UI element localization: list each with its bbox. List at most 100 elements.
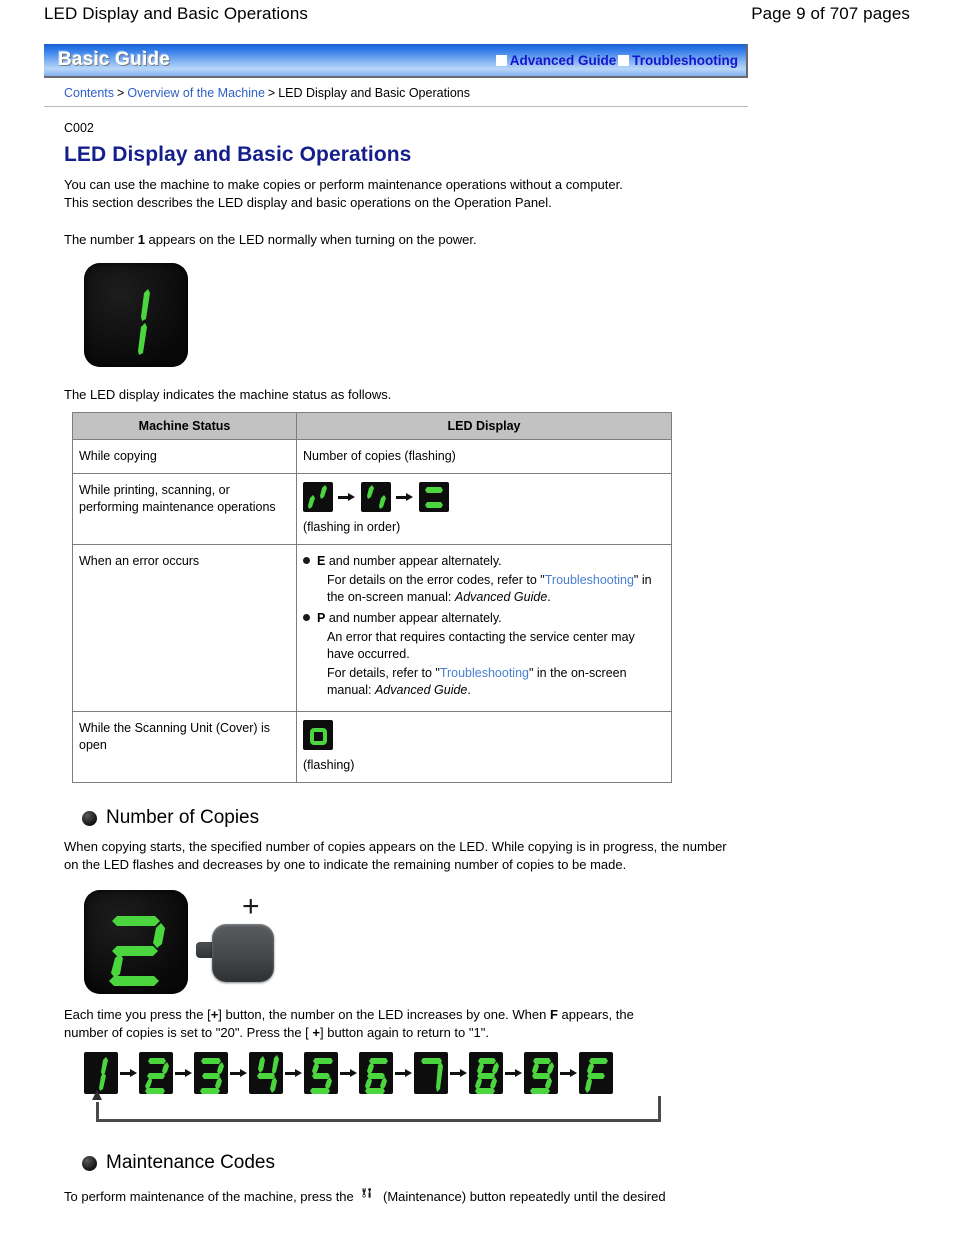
seven-segment-letter-f — [585, 1058, 608, 1093]
led-seq-9 — [524, 1052, 558, 1094]
detail-post: . — [547, 590, 551, 604]
seven-segment-digit-2 — [109, 916, 165, 986]
plus-button[interactable] — [212, 924, 274, 982]
power-on-note-post: appears on the LED normally when turning… — [144, 232, 477, 247]
table-cell-display: Number of copies (flashing) — [296, 439, 672, 474]
arrow-right-icon — [505, 1067, 522, 1079]
segment-pattern-icon — [424, 487, 443, 508]
breadcrumb-item-overview[interactable]: Overview of the Machine — [127, 86, 265, 100]
page-title: LED Display and Basic Operations — [64, 143, 412, 166]
seven-segment-digit-5 — [310, 1058, 333, 1094]
led-seq-2 — [139, 1052, 173, 1094]
table-cell-note: (flashing) — [303, 758, 355, 772]
arrow-right-icon — [175, 1067, 192, 1079]
guide-bar-title: Basic Guide — [58, 49, 171, 70]
advanced-guide-link-label: Advanced Guide — [509, 52, 617, 68]
instr-pre: Each time you press the [ — [64, 1007, 211, 1022]
troubleshooting-inline-link[interactable]: Troubleshooting — [440, 666, 529, 680]
page-header: LED Display and Basic Operations Page 9 … — [0, 0, 954, 34]
loop-line-horizontal — [96, 1119, 661, 1122]
led-display-power-on-figure — [84, 263, 748, 367]
led-seq-F — [579, 1052, 613, 1094]
breadcrumb-separator: > — [267, 86, 276, 100]
document-content: Basic Guide Advanced Guide Troubleshooti… — [44, 44, 748, 1219]
bullet-icon — [303, 557, 310, 564]
led-seq-4 — [249, 1052, 283, 1094]
led-seq-5 — [304, 1052, 338, 1094]
list-item: E and number appear alternately. For det… — [303, 553, 665, 606]
section-paragraph-copies: When copying starts, the specified numbe… — [64, 839, 727, 872]
led-seq-1 — [84, 1052, 118, 1094]
plus-key-label: + — [312, 1025, 320, 1040]
copies-instruction-line-2: number of copies is set to "20". Press t… — [64, 1024, 748, 1042]
arrow-right-icon — [396, 491, 414, 503]
detail-italic: Advanced Guide — [374, 683, 468, 697]
table-header-machine-status: Machine Status — [72, 412, 297, 440]
led-display-cover-open — [303, 720, 333, 750]
white-square-icon — [495, 54, 507, 66]
table-cell-status: When an error occurs — [72, 544, 297, 712]
table-header-led-display: LED Display — [296, 412, 672, 440]
maint-pre: To perform maintenance of the machine, p… — [64, 1189, 358, 1204]
error-heading-text: and number appear alternately. — [325, 554, 502, 568]
power-on-note: The number 1 appears on the LED normally… — [64, 231, 748, 249]
led-seq-7 — [414, 1052, 448, 1094]
guide-bar: Basic Guide Advanced Guide Troubleshooti… — [44, 44, 748, 78]
arrow-right-icon — [230, 1067, 247, 1079]
instr2-post: ] button again to return to "1". — [320, 1025, 489, 1040]
error-item-detail: For details, refer to "Troubleshooting" … — [303, 665, 665, 699]
segment-pattern-icon — [366, 485, 386, 509]
section-heading-label: Maintenance Codes — [106, 1152, 275, 1173]
table-cell-display: (flashing in order) — [296, 473, 672, 545]
led-seq-3 — [194, 1052, 228, 1094]
breadcrumb: Contents > Overview of the Machine > LED Dis… — [44, 78, 748, 107]
f-code-label: F — [549, 1007, 558, 1022]
table-cell-status: While printing, scanning, or performing … — [72, 473, 297, 545]
instr-post: appears, the — [557, 1007, 634, 1022]
table-lead-text: The LED display indicates the machine st… — [64, 387, 392, 402]
seven-segment-digit-6 — [365, 1058, 388, 1094]
section-bullet-icon — [82, 810, 97, 826]
led-display-frame-2 — [360, 482, 391, 512]
power-on-note-value: 1 — [137, 232, 145, 247]
maintenance-tool-glyph — [362, 1188, 372, 1198]
loop-line-left — [96, 1102, 99, 1122]
section-bullet-icon — [82, 1155, 97, 1171]
troubleshooting-inline-link[interactable]: Troubleshooting — [545, 573, 634, 587]
table-row: When an error occurs E and number appear… — [72, 544, 672, 712]
document-code: C002 — [64, 121, 94, 135]
maintenance-tool-icon — [360, 1187, 376, 1204]
page-header-title: LED Display and Basic Operations — [44, 4, 308, 23]
troubleshooting-link[interactable]: Troubleshooting — [618, 53, 738, 68]
troubleshooting-link-label: Troubleshooting — [632, 52, 738, 68]
guide-bar-links: Advanced Guide Troubleshooting — [494, 53, 738, 68]
segment-pattern-icon — [308, 485, 327, 509]
arrow-right-icon — [285, 1067, 302, 1079]
advanced-guide-link[interactable]: Advanced Guide — [495, 52, 617, 68]
breadcrumb-separator: > — [117, 86, 125, 100]
sequence-loop-arrow — [92, 1090, 661, 1122]
table-row: While printing, scanning, or performing … — [72, 473, 672, 545]
seven-segment-digit-8 — [475, 1058, 499, 1094]
led-flash-sequence — [303, 482, 665, 512]
loop-arrow-head-icon — [92, 1090, 102, 1100]
led-display-frame-1 — [303, 482, 333, 512]
table-row: While copying Number of copies (flashing… — [72, 439, 672, 474]
seven-segment-digit-2 — [145, 1058, 169, 1094]
breadcrumb-item-contents[interactable]: Contents — [64, 86, 114, 100]
bullet-icon — [303, 614, 310, 621]
led-display-frame-3 — [418, 482, 449, 512]
instr-mid: ] button, the number on the LED increase… — [218, 1007, 550, 1022]
error-description-list: E and number appear alternately. For det… — [303, 553, 665, 699]
arrow-right-icon — [340, 1067, 357, 1079]
arrow-right-icon — [560, 1067, 577, 1079]
copy-count-sequence-row — [84, 1052, 684, 1094]
power-on-note-pre: The number — [64, 232, 138, 247]
table-cell-status: While the Scanning Unit (Cover) is open — [72, 711, 297, 783]
led-display — [84, 263, 188, 367]
led-seq-6 — [359, 1052, 393, 1094]
arrow-right-icon — [120, 1067, 137, 1079]
table-cell-status: While copying — [72, 439, 297, 474]
detail-italic: Advanced Guide — [454, 590, 548, 604]
error-item-heading: P and number appear alternately. — [303, 610, 665, 627]
